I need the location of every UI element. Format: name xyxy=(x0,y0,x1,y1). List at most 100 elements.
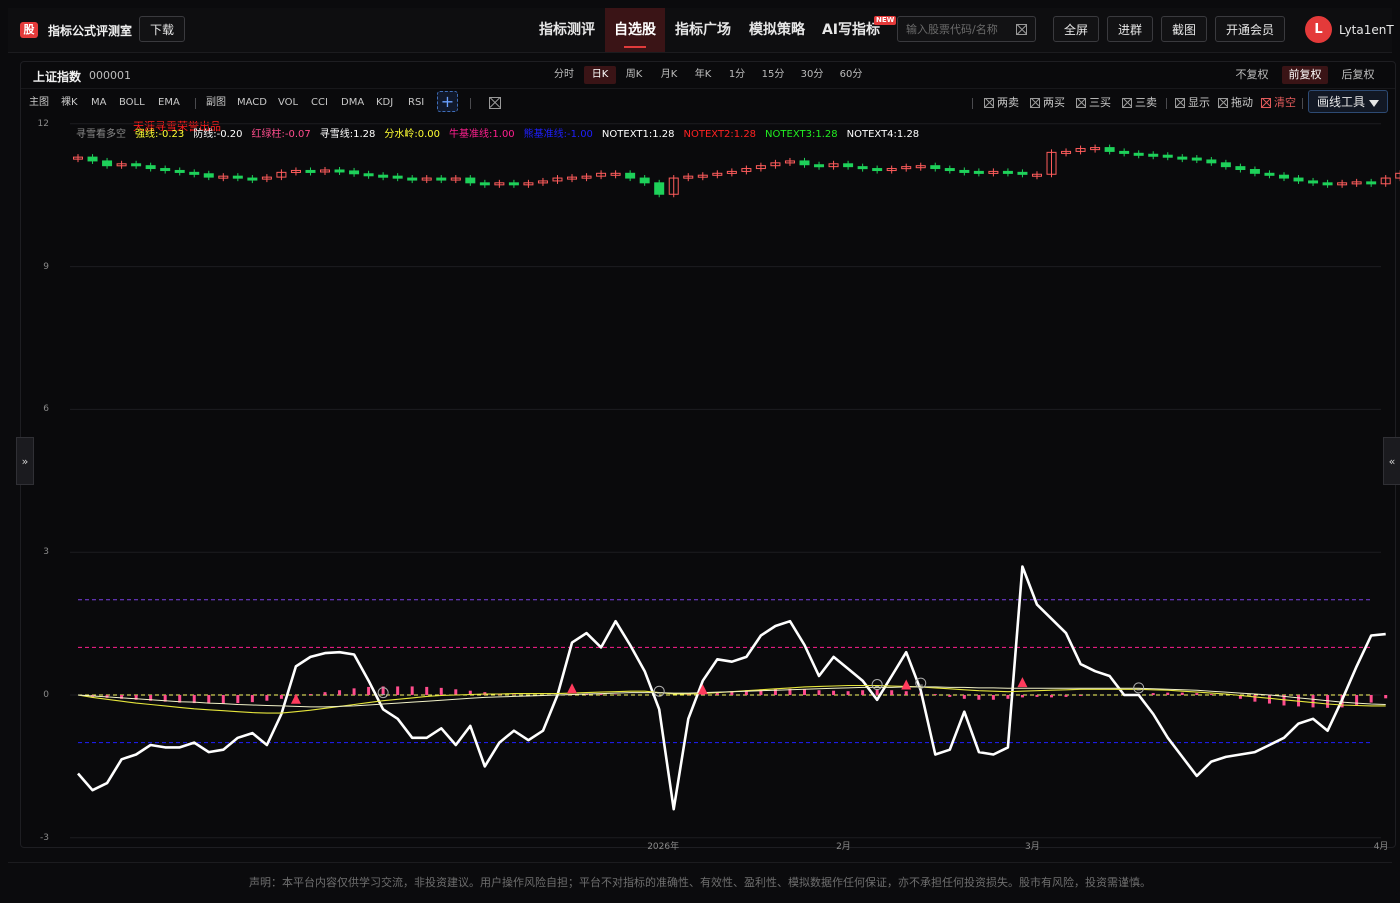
candle xyxy=(437,178,446,180)
histogram-bar xyxy=(1268,695,1271,704)
signal-face-icon xyxy=(872,680,882,690)
histogram-bar xyxy=(1181,693,1184,695)
candle xyxy=(175,170,184,172)
candle xyxy=(306,170,315,172)
candle xyxy=(1120,151,1129,153)
y-tick-label: 0 xyxy=(35,690,49,700)
expand-left-button[interactable]: » xyxy=(16,437,34,485)
candle xyxy=(103,161,112,166)
histogram-bar xyxy=(861,690,864,695)
histogram-bar xyxy=(1152,693,1155,695)
candle xyxy=(1294,178,1303,181)
histogram-bar xyxy=(251,695,254,702)
histogram-bar xyxy=(265,695,268,701)
candle xyxy=(364,174,373,176)
y-tick-label: 9 xyxy=(35,262,49,272)
candle xyxy=(1105,148,1114,152)
histogram-bar xyxy=(1326,695,1329,708)
candle xyxy=(800,161,809,165)
histogram-bar xyxy=(600,694,603,695)
candle xyxy=(844,164,853,167)
candle xyxy=(1134,153,1143,155)
buy-signal-triangle-icon xyxy=(901,679,911,689)
candle xyxy=(248,178,257,180)
candle xyxy=(1003,171,1012,173)
candle xyxy=(873,169,882,171)
candle xyxy=(1250,169,1259,173)
expand-right-button[interactable]: « xyxy=(1383,437,1400,485)
histogram-bar xyxy=(1312,695,1315,707)
histogram-bar xyxy=(948,695,951,697)
y-tick-label: 12 xyxy=(35,119,49,129)
candle xyxy=(1279,175,1288,178)
candle xyxy=(379,175,388,177)
histogram-bar xyxy=(236,695,239,703)
candle xyxy=(1367,182,1376,184)
histogram-bar xyxy=(992,695,995,700)
histogram-bar xyxy=(222,695,225,704)
histogram-bar xyxy=(1166,693,1169,695)
buy-signal-triangle-icon xyxy=(1017,677,1027,687)
candle xyxy=(858,167,867,169)
candle xyxy=(626,173,635,178)
histogram-bar xyxy=(847,691,850,695)
histogram-bar xyxy=(876,689,879,695)
candle xyxy=(393,176,402,178)
candle xyxy=(1163,155,1172,157)
y-tick-label: 3 xyxy=(35,547,49,557)
histogram-bar xyxy=(411,686,414,695)
candle xyxy=(1178,157,1187,159)
histogram-bar xyxy=(1035,695,1038,697)
candle xyxy=(1192,158,1201,160)
candle xyxy=(408,178,417,180)
histogram-bar xyxy=(396,686,399,695)
candle xyxy=(974,171,983,173)
histogram-bar xyxy=(1050,695,1053,697)
candle xyxy=(655,183,664,194)
candle xyxy=(480,183,489,185)
histogram-bar xyxy=(890,690,893,695)
histogram-bar xyxy=(934,694,937,695)
histogram-bar xyxy=(309,694,312,695)
candle xyxy=(931,166,940,169)
candle xyxy=(1323,183,1332,185)
histogram-bar xyxy=(1021,695,1024,697)
candle xyxy=(1018,172,1027,174)
histogram-bar xyxy=(324,692,327,695)
x-tick-label: 2月 xyxy=(836,839,851,852)
histogram-bar xyxy=(832,691,835,695)
histogram-bar xyxy=(818,690,821,695)
histogram-bar xyxy=(977,695,980,700)
candle xyxy=(815,165,824,167)
series-line xyxy=(78,567,1386,810)
candle xyxy=(146,166,155,169)
histogram-bar xyxy=(338,690,341,695)
candle xyxy=(204,174,213,177)
buy-signal-triangle-icon xyxy=(567,683,577,693)
histogram-bar xyxy=(440,688,443,695)
x-tick-label: 3月 xyxy=(1025,839,1040,852)
series-line xyxy=(78,687,1386,707)
y-tick-label: 6 xyxy=(35,404,49,414)
kline-indicator-chart[interactable] xyxy=(0,0,1400,900)
histogram-bar xyxy=(1079,695,1082,696)
candle xyxy=(509,183,518,185)
histogram-bar xyxy=(425,687,428,695)
candle xyxy=(1236,167,1245,170)
candle xyxy=(1149,154,1158,156)
footer-disclaimer: 声明：本平台内容仅供学习交流，非投资建议。用户操作风险自担；平台不对指标的准确性… xyxy=(8,862,1392,901)
candle xyxy=(1309,181,1318,183)
candle xyxy=(945,169,954,171)
candle xyxy=(350,171,359,174)
histogram-bar xyxy=(1355,695,1358,705)
candle xyxy=(640,178,649,183)
histogram-bar xyxy=(803,689,806,695)
candle xyxy=(161,169,170,171)
histogram-bar xyxy=(1195,693,1198,695)
candle xyxy=(960,170,969,172)
candle xyxy=(88,157,97,161)
histogram-bar xyxy=(280,695,283,699)
histogram-bar xyxy=(905,691,908,695)
histogram-bar xyxy=(454,689,457,695)
histogram-bar xyxy=(207,695,210,704)
